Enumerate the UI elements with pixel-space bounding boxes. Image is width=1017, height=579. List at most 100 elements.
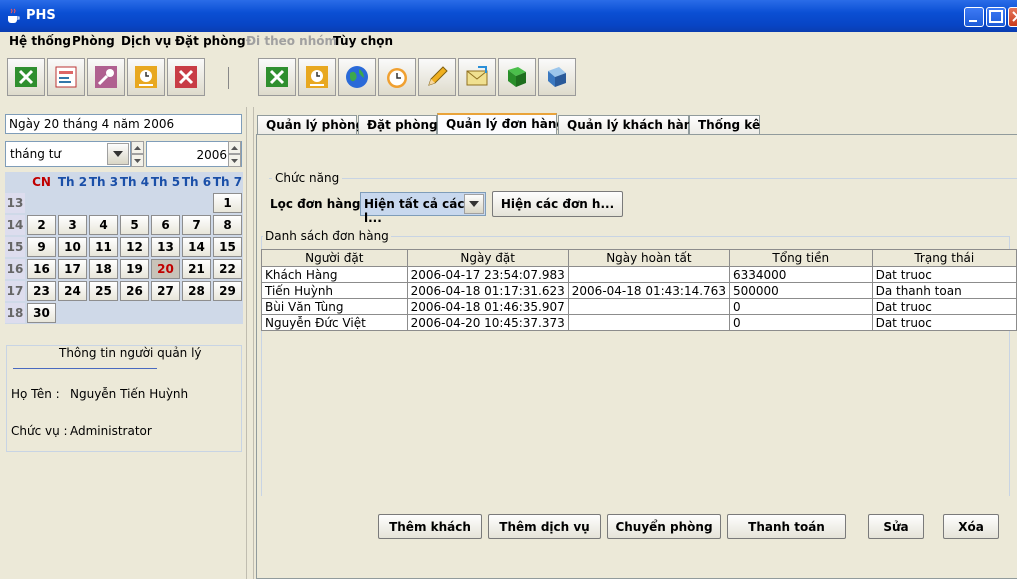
month-spin-up[interactable] (131, 141, 144, 154)
table-cell[interactable] (567, 266, 730, 283)
calendar-day[interactable]: 6 (151, 215, 180, 235)
toolbar-excel-button[interactable] (7, 58, 45, 96)
selected-date-field[interactable]: Ngày 20 tháng 4 năm 2006 (5, 114, 242, 134)
column-header-ngay-hoan-tat[interactable]: Ngày hoàn tất (567, 249, 730, 267)
toolbar-close-doc-button[interactable] (167, 58, 205, 96)
calendar-day[interactable]: 10 (58, 237, 87, 257)
minimize-button[interactable] (964, 7, 984, 27)
year-spin-down[interactable] (228, 154, 241, 167)
delete-button[interactable]: Xóa (943, 514, 999, 539)
calendar-day[interactable]: 19 (120, 259, 149, 279)
calendar-day[interactable]: 16 (27, 259, 56, 279)
calendar-day[interactable]: 3 (58, 215, 87, 235)
calendar-day[interactable]: 21 (182, 259, 211, 279)
table-cell[interactable]: 2006-04-18 01:17:31.623 (406, 282, 569, 299)
split-pane-divider[interactable] (246, 107, 254, 579)
table-cell[interactable]: Dat truoc (871, 266, 1017, 283)
toolbar-alarm-button[interactable] (378, 58, 416, 96)
table-cell[interactable]: 2006-04-18 01:43:14.763 (567, 282, 730, 299)
calendar-day[interactable]: 22 (213, 259, 242, 279)
menu-dat-phong[interactable]: Đặt phòng (175, 34, 246, 48)
maximize-button[interactable] (986, 7, 1006, 27)
table-cell[interactable]: 0 (728, 298, 873, 315)
calendar-day[interactable]: 11 (89, 237, 118, 257)
edit-button[interactable]: Sửa (868, 514, 924, 539)
calendar-day[interactable]: 9 (27, 237, 56, 257)
calendar-day[interactable]: 12 (120, 237, 149, 257)
column-header-trang-thai[interactable]: Trạng thái (871, 249, 1017, 267)
toolbar-edit-button[interactable] (418, 58, 456, 96)
calendar-day[interactable]: 29 (213, 281, 242, 301)
tab-quan-ly-don-hang[interactable]: Quản lý đơn hàng (437, 113, 565, 135)
toolbar-report-button[interactable] (47, 58, 85, 96)
month-spin-down[interactable] (131, 154, 144, 167)
close-button[interactable] (1008, 7, 1017, 27)
column-header-ngay-dat[interactable]: Ngày đặt (406, 249, 569, 267)
toolbar-book-button[interactable] (498, 58, 536, 96)
calendar-day[interactable]: 14 (182, 237, 211, 257)
show-orders-button[interactable]: Hiện các đơn h... (492, 191, 623, 217)
year-spin-up[interactable] (228, 141, 241, 154)
table-cell[interactable]: Da thanh toan (871, 282, 1017, 299)
calendar-day[interactable]: 2 (27, 215, 56, 235)
table-row[interactable]: Nguyễn Đức Việt 2006-04-20 10:45:37.373 … (261, 314, 1017, 331)
calendar-day[interactable]: 13 (151, 237, 180, 257)
add-service-button[interactable]: Thêm dịch vụ (488, 514, 601, 539)
table-cell[interactable]: 2006-04-18 01:46:35.907 (406, 298, 569, 315)
calendar-day[interactable]: 27 (151, 281, 180, 301)
table-cell[interactable]: 2006-04-20 10:45:37.373 (406, 314, 569, 331)
title-bar[interactable]: PHS (0, 0, 1017, 32)
toolbar-schedule-button[interactable] (127, 58, 165, 96)
table-row[interactable]: Bùi Văn Tùng 2006-04-18 01:46:35.907 0 D… (261, 298, 1017, 315)
toolbar-schedule2-button[interactable] (298, 58, 336, 96)
toolbar-notebook-button[interactable] (538, 58, 576, 96)
column-header-nguoi-dat[interactable]: Người đặt (261, 249, 408, 267)
order-filter-select[interactable]: Hiện tất cả các l... (360, 192, 486, 225)
table-cell[interactable]: Dat truoc (871, 314, 1017, 331)
calendar-day[interactable]: 7 (182, 215, 211, 235)
calendar-day-selected[interactable]: 20 (151, 259, 180, 279)
calendar-day[interactable]: 17 (58, 259, 87, 279)
table-cell[interactable]: Khách Hàng (261, 266, 408, 283)
calendar-day[interactable]: 1 (213, 193, 242, 213)
tab-quan-ly-khach-hang[interactable]: Quản lý khách hàng (558, 115, 701, 135)
order-filter-dropdown-arrow[interactable] (464, 194, 484, 214)
table-cell[interactable] (567, 314, 730, 331)
toolbar-key-button[interactable] (87, 58, 125, 96)
toolbar-globe-button[interactable] (338, 58, 376, 96)
table-cell[interactable]: Nguyễn Đức Việt (261, 314, 408, 331)
menu-dich-vu[interactable]: Dịch vụ (121, 34, 171, 48)
table-cell[interactable]: 0 (728, 314, 873, 331)
calendar-day[interactable]: 26 (120, 281, 149, 301)
calendar-day[interactable]: 23 (27, 281, 56, 301)
tab-thong-ke[interactable]: Thống kê (689, 115, 760, 135)
table-cell[interactable]: Bùi Văn Tùng (261, 298, 408, 315)
calendar-day[interactable]: 15 (213, 237, 242, 257)
menu-phong[interactable]: Phòng (72, 34, 115, 48)
tab-dat-phong[interactable]: Đặt phòng (358, 115, 438, 135)
toolbar-mail-button[interactable] (458, 58, 496, 96)
calendar-day[interactable]: 8 (213, 215, 242, 235)
calendar-day[interactable]: 30 (27, 303, 56, 323)
change-room-button[interactable]: Chuyển phòng (607, 514, 721, 539)
column-header-tong-tien[interactable]: Tổng tiền (728, 249, 873, 267)
calendar-day[interactable]: 24 (58, 281, 87, 301)
table-cell[interactable] (567, 298, 730, 315)
table-cell[interactable]: 2006-04-17 23:54:07.983 (406, 266, 569, 283)
calendar-day[interactable]: 18 (89, 259, 118, 279)
calendar-day[interactable]: 25 (89, 281, 118, 301)
month-dropdown-arrow[interactable] (107, 143, 129, 165)
month-select[interactable]: tháng tư (5, 141, 131, 167)
checkout-button[interactable]: Thanh toán (727, 514, 846, 539)
tab-quan-ly-phong[interactable]: Quản lý phòng (257, 115, 364, 135)
calendar-day[interactable]: 28 (182, 281, 211, 301)
table-row[interactable]: Tiến Huỳnh 2006-04-18 01:17:31.623 2006-… (261, 282, 1017, 299)
add-customer-button[interactable]: Thêm khách (378, 514, 482, 539)
toolbar-excel2-button[interactable] (258, 58, 296, 96)
table-cell[interactable]: Dat truoc (871, 298, 1017, 315)
calendar-day[interactable]: 5 (120, 215, 149, 235)
table-row[interactable]: Khách Hàng 2006-04-17 23:54:07.983 63340… (261, 266, 1017, 283)
menu-he-thong[interactable]: Hệ thống (9, 34, 71, 48)
menu-tuy-chon[interactable]: Tùy chọn (333, 34, 393, 48)
table-cell[interactable]: Tiến Huỳnh (261, 282, 408, 299)
